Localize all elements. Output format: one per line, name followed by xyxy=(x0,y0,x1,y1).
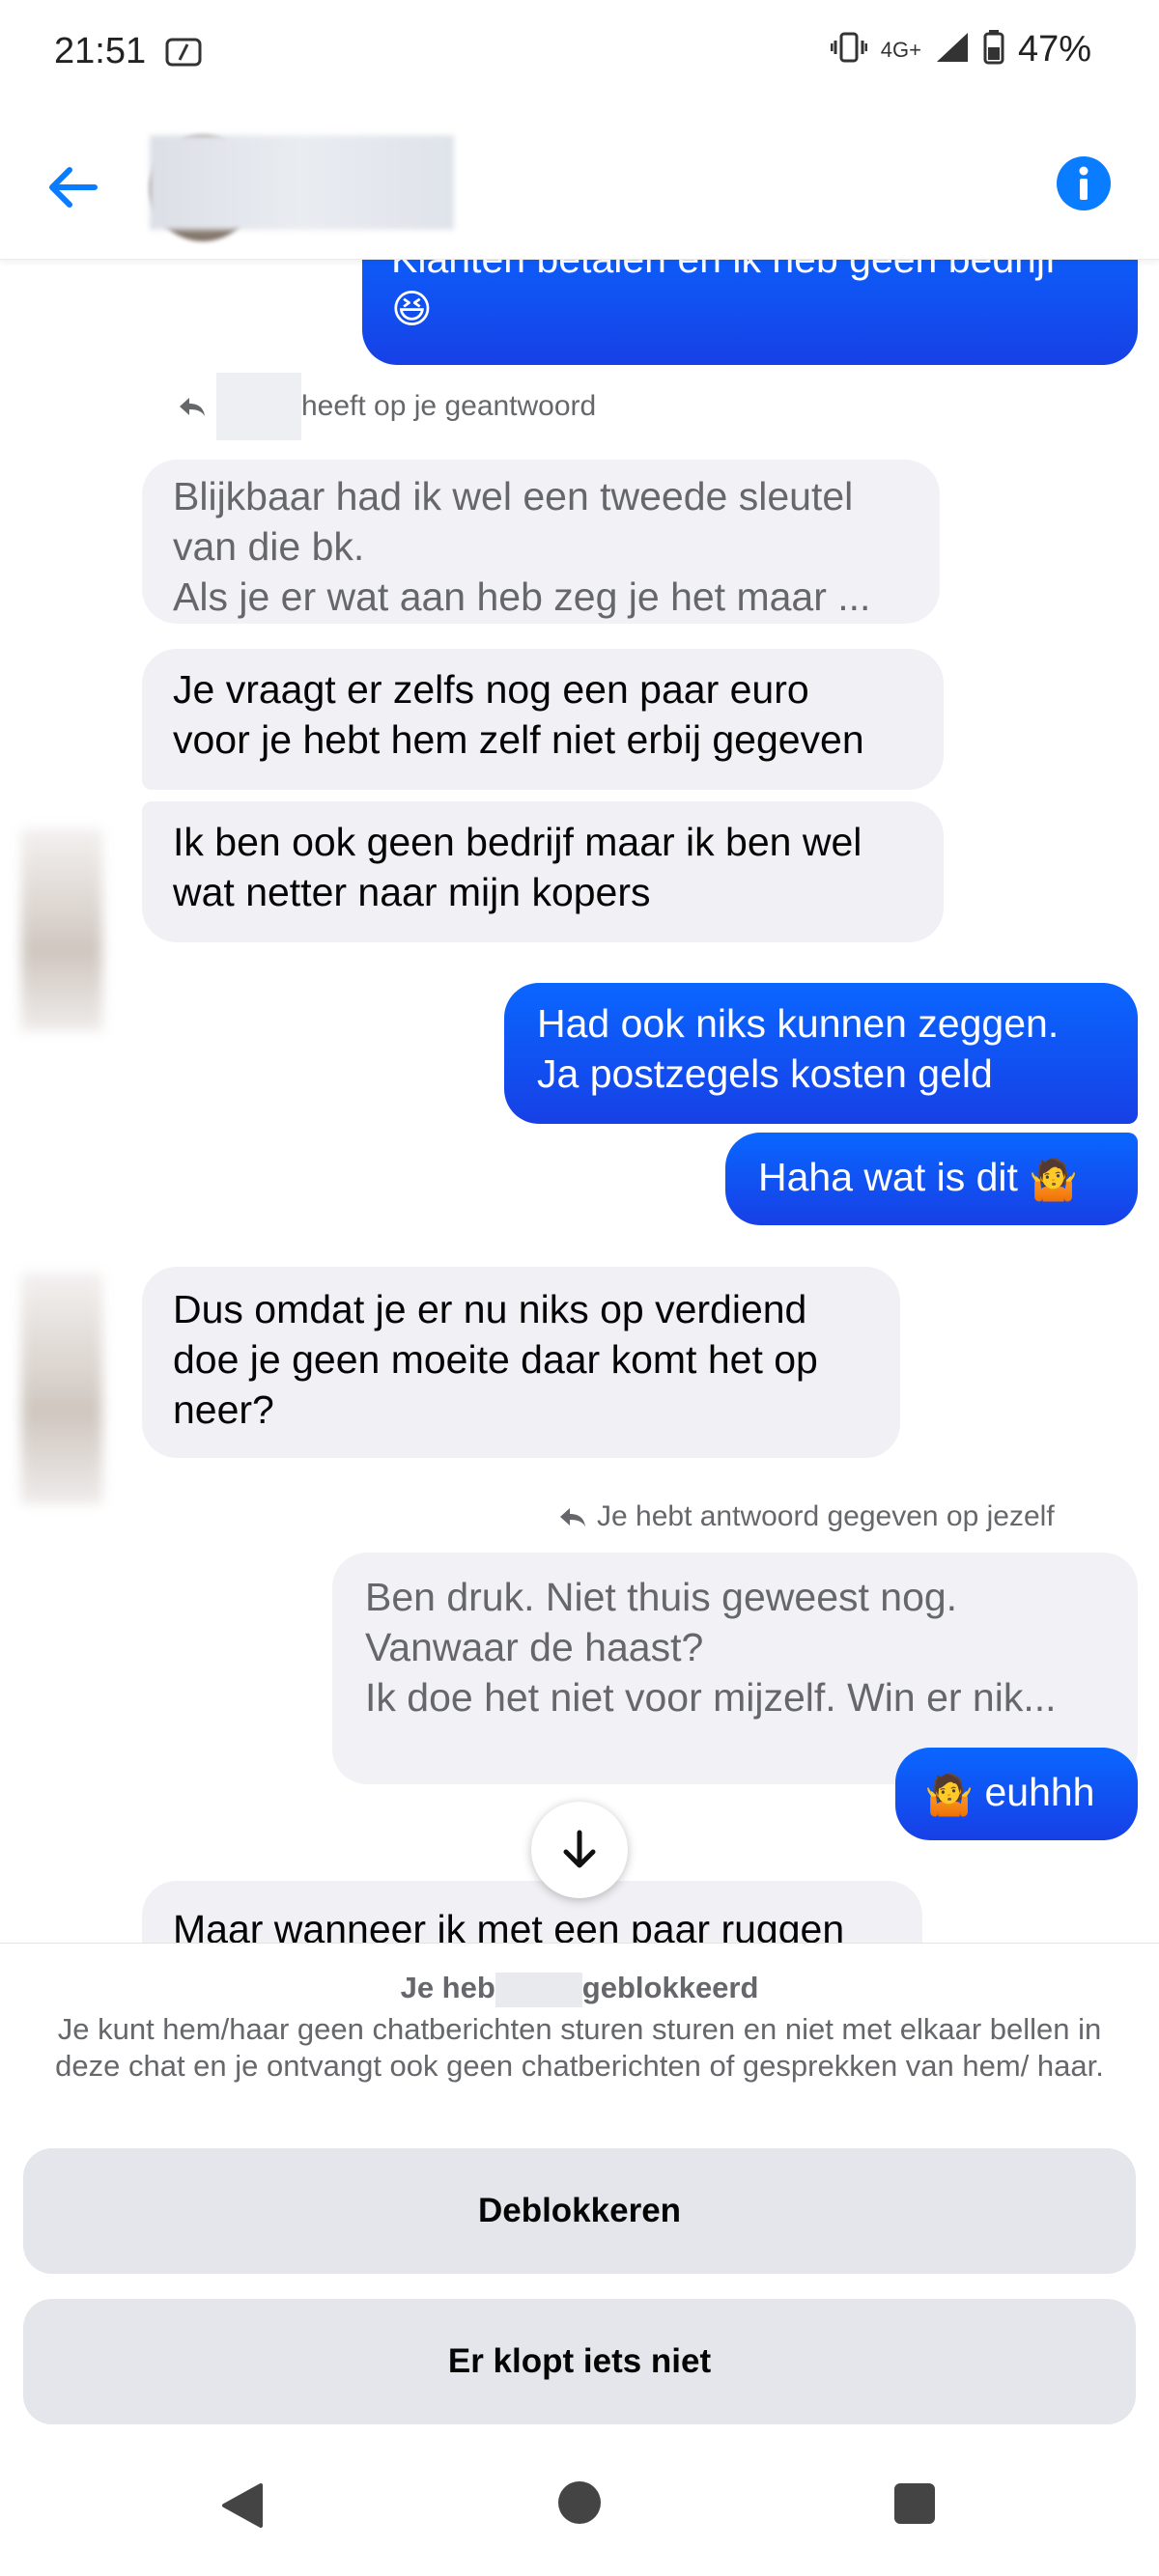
reply-arrow-icon xyxy=(180,398,205,416)
message-text: doe je geen moeite daar komt het op xyxy=(173,1337,818,1382)
message-outgoing[interactable]: Had ook niks kunnen zeggen. Ja postzegel… xyxy=(504,983,1138,1124)
sync-icon xyxy=(164,37,203,72)
message-text: wat netter naar mijn kopers xyxy=(173,870,651,914)
message-incoming[interactable]: Maar wanneer ik met een paar ruggen xyxy=(142,1881,922,1943)
network-label: 4G+ xyxy=(880,37,921,62)
reply-indicator-text: Je hebt antwoord gegeven op jezelf xyxy=(597,1500,1055,1532)
message-text: Ja postzegels kosten geld xyxy=(537,1051,993,1096)
status-bar: 21:51 4G+ 47% xyxy=(0,0,1159,106)
message-incoming[interactable]: Dus omdat je er nu niks op verdiend doe … xyxy=(142,1267,900,1458)
status-indicators: 4G+ 47% xyxy=(830,29,1091,70)
contact-name-redacted[interactable] xyxy=(150,135,454,230)
quoted-text: Blijkbaar had ik wel een tweede sleutel xyxy=(173,474,854,518)
message-emoji: 😆 xyxy=(391,287,433,331)
shrug-emoji: 🤷 xyxy=(1029,1158,1079,1203)
message-text: Had ook niks kunnen zeggen. xyxy=(537,1001,1060,1046)
reply-indicator-text: heeft op je geantwoord xyxy=(301,390,597,422)
triangle-back-icon xyxy=(222,2483,263,2528)
status-time: 21:51 xyxy=(54,31,147,71)
battery-icon xyxy=(983,30,1004,70)
unblock-button[interactable]: Deblokkeren xyxy=(23,2148,1136,2274)
blocked-title: Je heb geblokkeerd xyxy=(0,1971,1159,2007)
quoted-message[interactable]: Blijkbaar had ik wel een tweede sleutel … xyxy=(142,460,940,624)
nav-recents-button[interactable] xyxy=(894,2483,935,2524)
redacted-name xyxy=(495,1972,582,2007)
back-button[interactable] xyxy=(44,158,102,216)
message-text: Je vraagt er zelfs nog een paar euro xyxy=(173,667,809,712)
message-text: Dus omdat je er nu niks op verdiend xyxy=(173,1287,807,1331)
quoted-text: Vanwaar de haast? xyxy=(365,1625,704,1669)
info-icon xyxy=(1079,166,1088,200)
quoted-text: Als je er wat aan heb zeg je het maar ..… xyxy=(173,574,871,619)
signal-icon xyxy=(935,31,970,69)
system-nav-bar xyxy=(0,2425,1159,2576)
message-incoming[interactable]: Ik ben ook geen bedrijf maar ik ben wel … xyxy=(142,801,944,942)
message-text: Maar wanneer ik met een paar ruggen xyxy=(173,1907,845,1943)
blocked-title-start: Je heb xyxy=(400,1971,495,2004)
message-text: neer? xyxy=(173,1387,274,1432)
message-text: Ik ben ook geen bedrijf maar ik ben wel xyxy=(173,820,862,864)
info-button[interactable] xyxy=(1057,156,1111,210)
message-incoming[interactable]: Je vraagt er zelfs nog een paar euro voo… xyxy=(142,649,944,790)
sender-avatar[interactable] xyxy=(21,1273,102,1504)
shrug-emoji: 🤷 xyxy=(924,1773,975,1818)
blocked-description: Je kunt hem/haar geen chatberichten stur… xyxy=(55,2012,1104,2083)
reply-indicator: Je hebt antwoord gegeven op jezelf xyxy=(558,1500,1055,1533)
arrow-down-icon xyxy=(563,1830,596,1868)
report-problem-button[interactable]: Er klopt iets niet xyxy=(23,2299,1136,2424)
arrow-left-icon xyxy=(49,167,98,208)
message-text: euhhh xyxy=(984,1770,1095,1814)
quoted-text: van die bk. xyxy=(173,524,365,569)
conversation-header xyxy=(0,106,1159,260)
message-text: voor je hebt hem zelf niet erbij gegeven xyxy=(173,717,864,762)
message-list[interactable]: Klanten betalen en ik heb geen bedrijf 😆… xyxy=(0,259,1159,1943)
message-text: Haha wat is dit xyxy=(758,1155,1018,1199)
nav-home-button[interactable] xyxy=(558,2481,601,2524)
battery-percent: 47% xyxy=(1017,29,1091,70)
reply-arrow-icon xyxy=(560,1508,585,1526)
vibrate-icon xyxy=(830,31,868,69)
scroll-to-bottom-button[interactable] xyxy=(531,1802,628,1898)
quoted-text: Ik doe het niet voor mijzelf. Win er nik… xyxy=(365,1675,1057,1720)
redacted-name xyxy=(216,373,301,440)
message-outgoing[interactable]: 🤷 euhhh xyxy=(895,1748,1138,1840)
message-outgoing[interactable]: Haha wat is dit 🤷 xyxy=(725,1133,1138,1225)
reply-indicator: heeft op je geantwoord xyxy=(178,373,596,440)
sender-avatar[interactable] xyxy=(21,828,102,1031)
quoted-text: Ben druk. Niet thuis geweest nog. xyxy=(365,1575,958,1619)
message-outgoing[interactable]: Klanten betalen en ik heb geen bedrijf 😆 xyxy=(362,259,1138,365)
nav-back-button[interactable] xyxy=(218,2481,267,2534)
message-text: Klanten betalen en ik heb geen bedrijf xyxy=(391,259,1057,281)
blocked-panel: Je heb geblokkeerd Je kunt hem/haar geen … xyxy=(0,1943,1159,2426)
blocked-title-end: geblokkeerd xyxy=(581,1971,759,2004)
